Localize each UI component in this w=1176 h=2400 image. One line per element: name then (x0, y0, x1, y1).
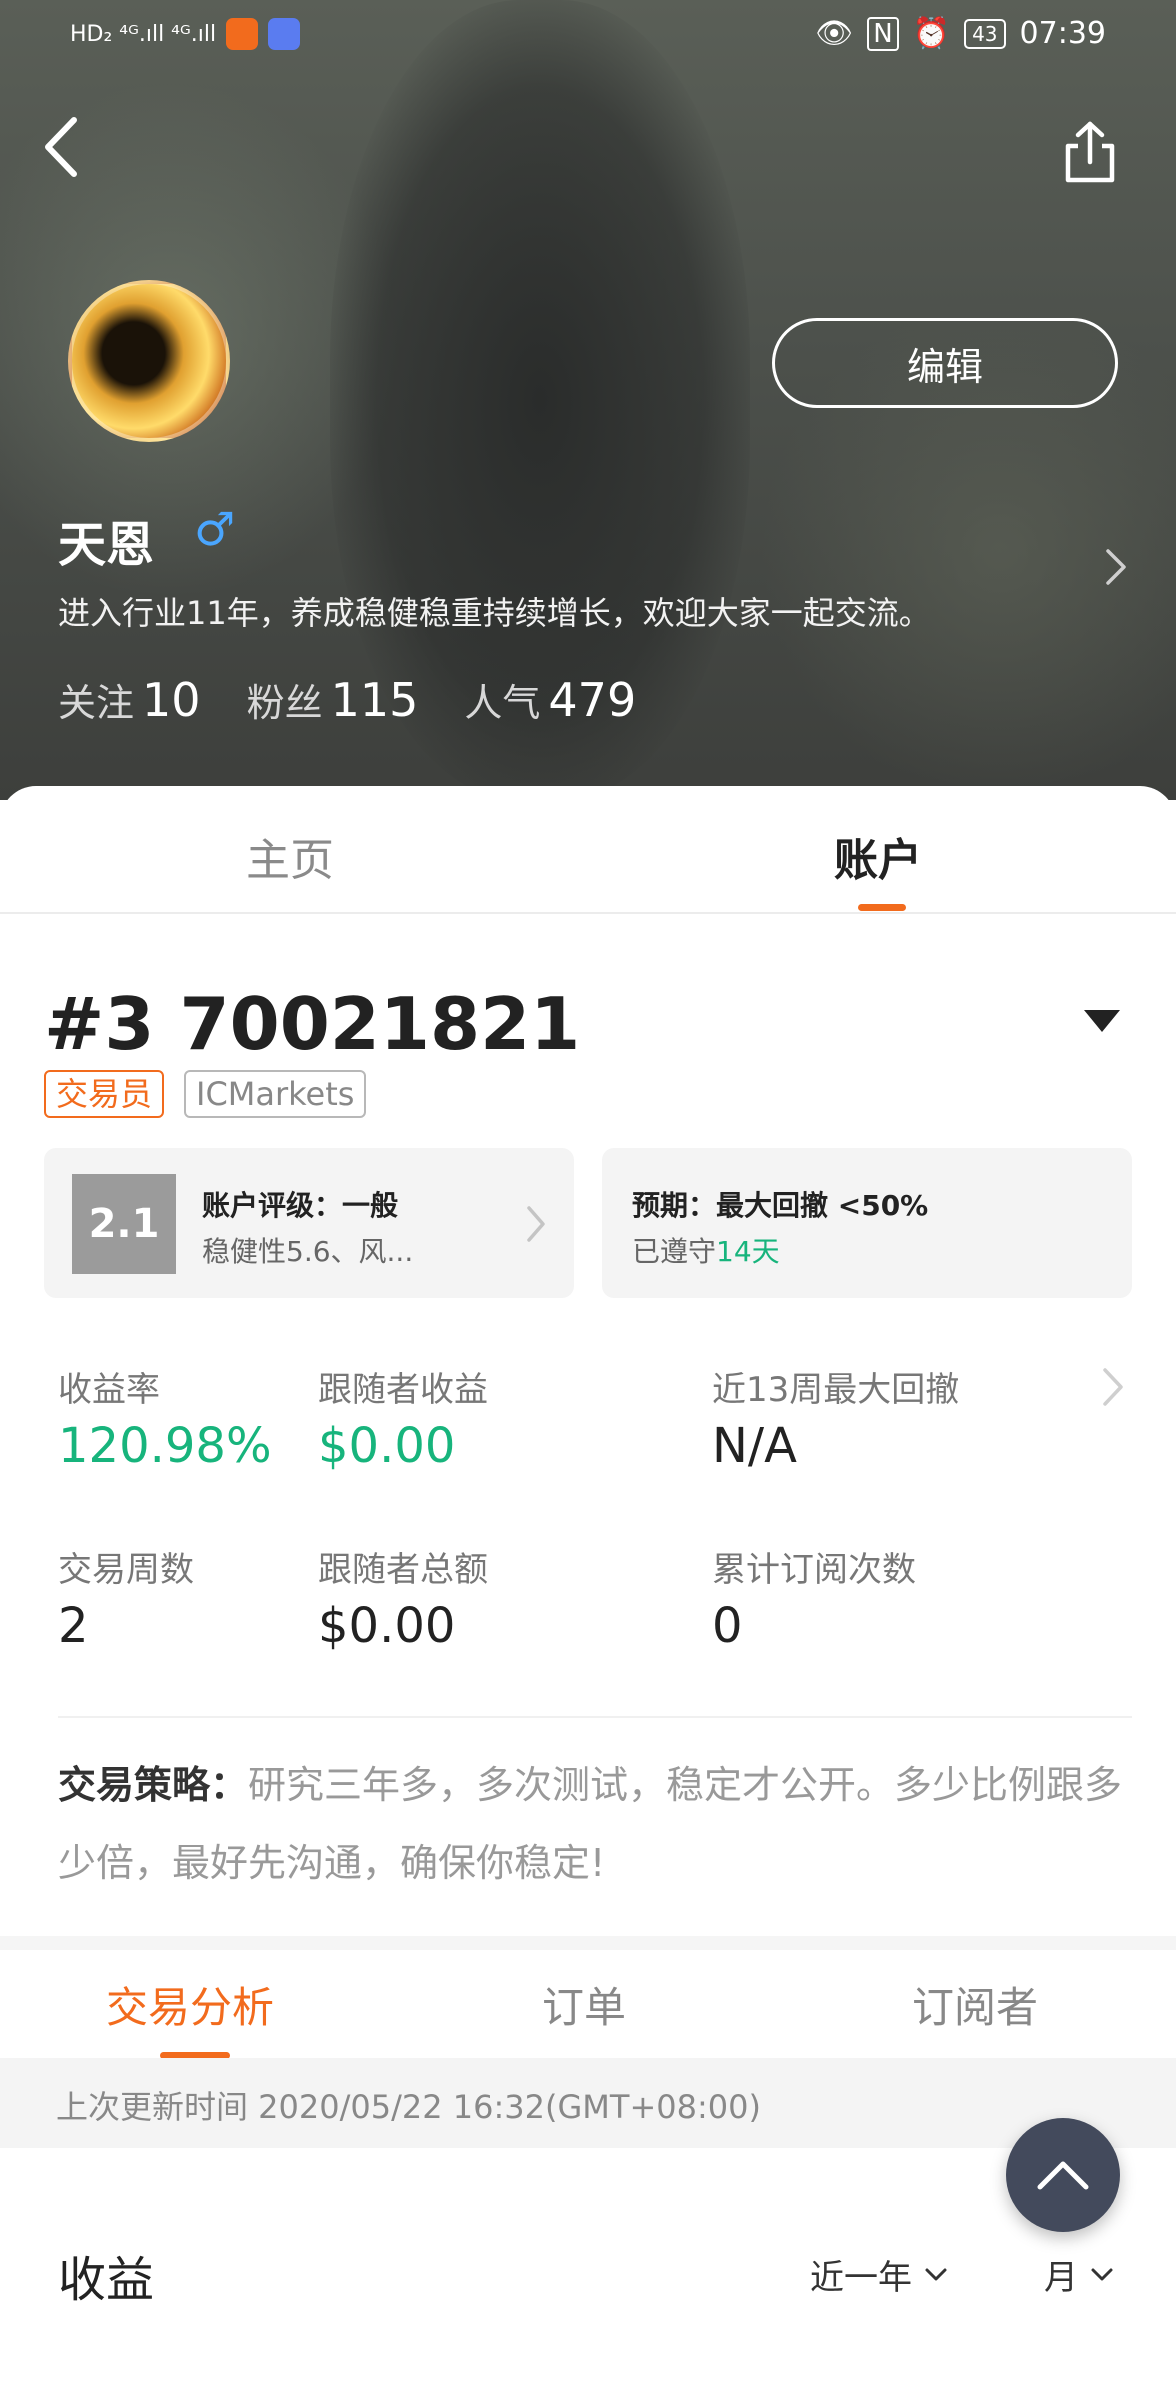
status-bar: HD₂ ⁴ᴳ.ıll ⁴ᴳ.ıll 👁 N ⏰ 43 07:39 (0, 0, 1176, 72)
max-drawdown-label: 近13周最大回撤 (712, 1370, 960, 1410)
back-button[interactable] (38, 112, 88, 182)
expectation-subtitle: 已遵守14天 (632, 1230, 780, 1270)
trading-weeks-value: 2 (58, 1598, 89, 1654)
account-card: 主页 账户 #3 70021821 交易员 ICMarkets 2.1 账户评级… (0, 786, 1176, 2400)
expectation-prefix: 已遵守 (632, 1235, 717, 1268)
last-update-time: 上次更新时间 2020/05/22 16:32(GMT+08:00) (56, 2088, 761, 2126)
caret-down-icon[interactable] (1084, 1010, 1120, 1032)
section-separator (0, 1936, 1176, 1950)
eye-icon: 👁 (815, 16, 854, 51)
subscription-count-value: 0 (712, 1598, 743, 1654)
nfc-icon: N (867, 16, 899, 51)
expectation-title: 预期：最大回撤 <50% (632, 1189, 929, 1222)
app-notification-icon (226, 18, 259, 50)
account-number: #3 70021821 (44, 982, 581, 1066)
rating-title: 账户评级：一般 (202, 1189, 399, 1222)
tab-home[interactable]: 主页 (246, 824, 334, 888)
tab-account[interactable]: 账户 (834, 824, 922, 888)
following-label[interactable]: 关注 (58, 672, 134, 727)
max-drawdown-value: N/A (712, 1418, 797, 1474)
profile-stats: 关注 10 粉丝 115 人气 479 (58, 672, 682, 727)
tab-orders[interactable]: 订单 (542, 1974, 626, 2035)
income-section-title: 收益 (58, 2252, 155, 2308)
chevron-right-icon[interactable] (1102, 545, 1130, 589)
account-rating-panel[interactable]: 2.1 账户评级：一般 稳健性5.6、风... (44, 1148, 574, 1298)
chevron-left-icon (45, 117, 77, 177)
main-tab-bar: 主页 账户 (0, 786, 1176, 914)
trader-tag: 交易员 (44, 1070, 165, 1118)
popularity-label: 人气 (464, 681, 541, 725)
share-icon (1065, 121, 1115, 183)
subscription-count-label: 累计订阅次数 (712, 1550, 916, 1590)
broker-tag: ICMarkets (184, 1070, 367, 1118)
music-app-icon (268, 18, 301, 50)
chevron-right-icon[interactable] (1100, 1364, 1126, 1410)
battery-indicator: 43 (964, 18, 1006, 49)
chevron-down-icon (1091, 2268, 1113, 2280)
return-rate-label: 收益率 (58, 1370, 160, 1410)
follower-total-label: 跟随者总额 (318, 1550, 488, 1590)
chevron-up-icon (1037, 2161, 1089, 2190)
alarm-icon: ⏰ (912, 16, 951, 51)
chevron-down-icon (925, 2268, 947, 2280)
tab-trade-analysis[interactable]: 交易分析 (106, 1974, 274, 2035)
scroll-to-top-button[interactable] (1006, 2118, 1120, 2232)
time-range-dropdown[interactable]: 近一年 (810, 2250, 948, 2299)
rating-score: 2.1 (72, 1174, 176, 1274)
clock: 07:39 (1019, 16, 1106, 51)
tab-subscribers[interactable]: 订阅者 (912, 1974, 1038, 2035)
divider (58, 1716, 1132, 1718)
avatar[interactable] (68, 280, 230, 442)
trading-strategy: 交易策略：研究三年多，多次测试，稳定才公开。多少比例跟多少倍，最好先沟通，确保你… (58, 1746, 1128, 1902)
popularity-count: 479 (548, 673, 637, 727)
trading-weeks-label: 交易周数 (58, 1550, 194, 1590)
return-rate-value: 120.98% (58, 1418, 272, 1474)
expectation-days: 14天 (716, 1235, 780, 1268)
network-indicators: HD₂ ⁴ᴳ.ıll ⁴ᴳ.ıll (70, 21, 217, 47)
user-name: 天恩 (58, 517, 155, 573)
time-range-value: 近一年 (810, 2258, 912, 2298)
followers-label[interactable]: 粉丝 (247, 672, 323, 727)
rating-subtitle: 稳健性5.6、风... (202, 1235, 414, 1268)
share-button[interactable] (1062, 120, 1118, 184)
expectation-panel: 预期：最大回撤 <50% 已遵守14天 (602, 1148, 1132, 1298)
analysis-tab-bar: 交易分析 订单 订阅者 (0, 1950, 1176, 2059)
update-time-bar: 上次更新时间 2020/05/22 16:32(GMT+08:00) (0, 2058, 1176, 2148)
chevron-right-icon (524, 1202, 548, 1246)
active-tab-indicator (858, 904, 906, 911)
follower-income-label: 跟随者收益 (318, 1370, 488, 1410)
period-dropdown[interactable]: 月 (1044, 2250, 1114, 2299)
edit-profile-button[interactable]: 编辑 (772, 318, 1118, 408)
strategy-label: 交易策略： (58, 1763, 249, 1807)
user-bio[interactable]: 进入行业11年，养成稳健稳重持续增长，欢迎大家一起交流。 (58, 588, 931, 634)
follower-total-value: $0.00 (318, 1598, 456, 1654)
following-count[interactable]: 10 (142, 673, 201, 727)
follower-income-value: $0.00 (318, 1418, 456, 1474)
period-value: 月 (1044, 2258, 1078, 2298)
male-gender-icon: ♂ (194, 502, 236, 556)
followers-count[interactable]: 115 (331, 673, 419, 727)
